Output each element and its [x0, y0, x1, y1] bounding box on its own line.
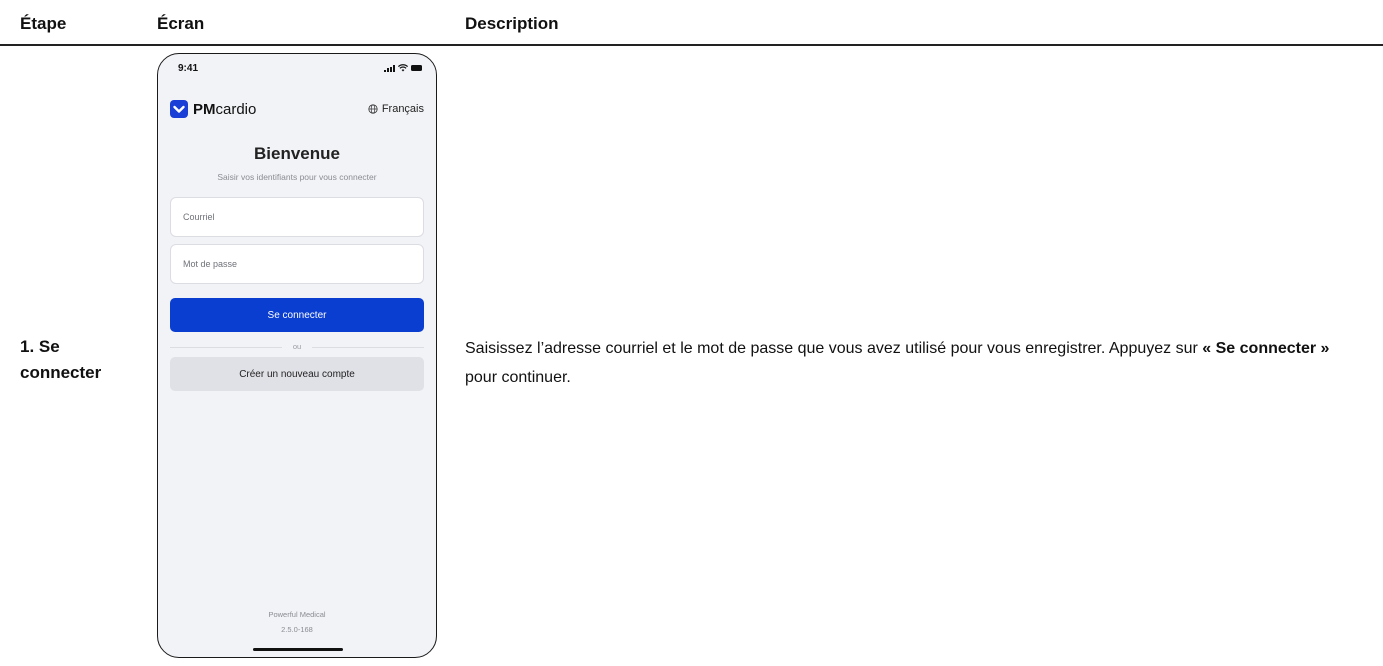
status-time: 9:41 [178, 63, 199, 74]
home-indicator[interactable] [253, 648, 343, 651]
email-field[interactable] [170, 197, 424, 237]
header-screen: Écran [157, 14, 205, 33]
signal-icon [384, 64, 395, 72]
app-header: PMcardio Français [170, 100, 424, 122]
or-divider: ou [170, 342, 424, 352]
table-header: Étape Écran Description [0, 0, 1383, 46]
status-icons [384, 64, 422, 72]
battery-icon [411, 65, 422, 71]
language-selector[interactable]: Français [368, 103, 424, 115]
header-divider [0, 44, 1383, 46]
brand-name: PMcardio [193, 100, 257, 118]
password-field[interactable] [170, 244, 424, 284]
footer-version: 2.5.0-168 [281, 625, 313, 634]
globe-icon [368, 104, 378, 114]
pmcardio-logo: PMcardio [170, 100, 256, 118]
instructions-table: Étape Écran Description 1. Se connecter … [0, 0, 1383, 666]
description-bold: « Se connecter » [1202, 340, 1330, 357]
header-step: Étape [20, 14, 67, 33]
header-description: Description [465, 14, 559, 33]
status-bar: 9:41 [158, 54, 436, 84]
pmcardio-logo-icon [170, 100, 188, 118]
welcome-subtitle: Saisir vos identifiants pour vous connec… [217, 172, 377, 182]
email-input[interactable] [171, 198, 423, 236]
footer-company: Powerful Medical [268, 610, 326, 619]
wifi-icon [398, 64, 408, 72]
create-account-button[interactable]: Créer un nouveau compte [170, 357, 424, 391]
password-input[interactable] [171, 245, 423, 283]
welcome-title: Bienvenue [254, 144, 340, 163]
login-button[interactable]: Se connecter [170, 298, 424, 332]
language-label: Français [381, 103, 424, 115]
phone-screenshot: 9:41 PMcardio Français Bienvenue Saisir … [157, 53, 437, 658]
step-description: Saisissez l’adresse courriel et le mot d… [465, 334, 1365, 392]
description-text-end: pour continuer. [465, 369, 571, 386]
description-text: Saisissez l’adresse courriel et le mot d… [465, 340, 1198, 357]
step-label: 1. Se connecter [20, 337, 102, 382]
